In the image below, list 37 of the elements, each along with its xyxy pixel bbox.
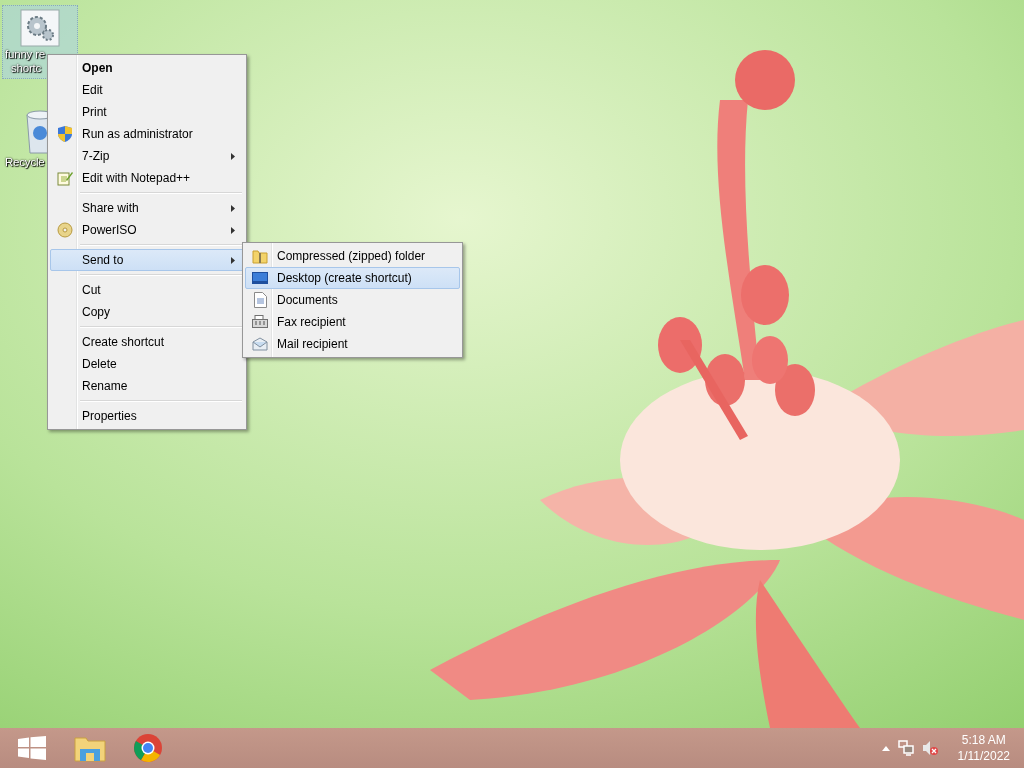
muted-speaker-icon[interactable] bbox=[921, 740, 938, 756]
icon-label: Recycle bbox=[5, 155, 45, 169]
menu-item[interactable]: PowerISO bbox=[50, 219, 244, 241]
menu-item[interactable]: Send to bbox=[50, 249, 244, 271]
menu-item[interactable]: Rename bbox=[50, 375, 244, 397]
desktop-icon bbox=[252, 272, 268, 284]
disc-icon bbox=[57, 222, 73, 238]
menu-item[interactable]: Compressed (zipped) folder bbox=[245, 245, 460, 267]
icon-label: funny re bbox=[5, 47, 45, 61]
menu-item[interactable]: Create shortcut bbox=[50, 331, 244, 353]
folder-icon[interactable] bbox=[74, 734, 106, 762]
menu-item[interactable]: Properties bbox=[50, 405, 244, 427]
menu-item[interactable]: Run as administrator bbox=[50, 123, 244, 145]
menu-item[interactable]: Edit bbox=[50, 79, 244, 101]
menu-item[interactable]: 7-Zip bbox=[50, 145, 244, 167]
windows-start-icon[interactable] bbox=[18, 736, 46, 760]
menu-item[interactable]: Delete bbox=[50, 353, 244, 375]
document-icon bbox=[253, 292, 267, 308]
show-hidden-icons-icon[interactable] bbox=[881, 745, 890, 751]
menu-item[interactable]: Fax recipient bbox=[245, 311, 460, 333]
menu-item[interactable]: Print bbox=[50, 101, 244, 123]
menu-item[interactable]: Edit with Notepad++ bbox=[50, 167, 244, 189]
network-icon[interactable] bbox=[897, 740, 914, 756]
menu-item[interactable]: Desktop (create shortcut) bbox=[245, 267, 460, 289]
menu-item[interactable]: Mail recipient bbox=[245, 333, 460, 355]
mail-icon bbox=[252, 337, 268, 351]
zip-folder-icon bbox=[252, 248, 268, 264]
menu-item[interactable]: Share with bbox=[50, 197, 244, 219]
menu-item[interactable]: Documents bbox=[245, 289, 460, 311]
menu-item[interactable]: Cut bbox=[50, 279, 244, 301]
shield-icon bbox=[58, 126, 72, 142]
fax-icon bbox=[252, 315, 268, 329]
notepad-icon bbox=[57, 170, 73, 186]
menu-item[interactable]: Copy bbox=[50, 301, 244, 323]
browser-icon[interactable] bbox=[133, 733, 163, 763]
settings-shortcut-icon bbox=[20, 9, 60, 47]
icon-label: shortc bbox=[10, 61, 42, 75]
